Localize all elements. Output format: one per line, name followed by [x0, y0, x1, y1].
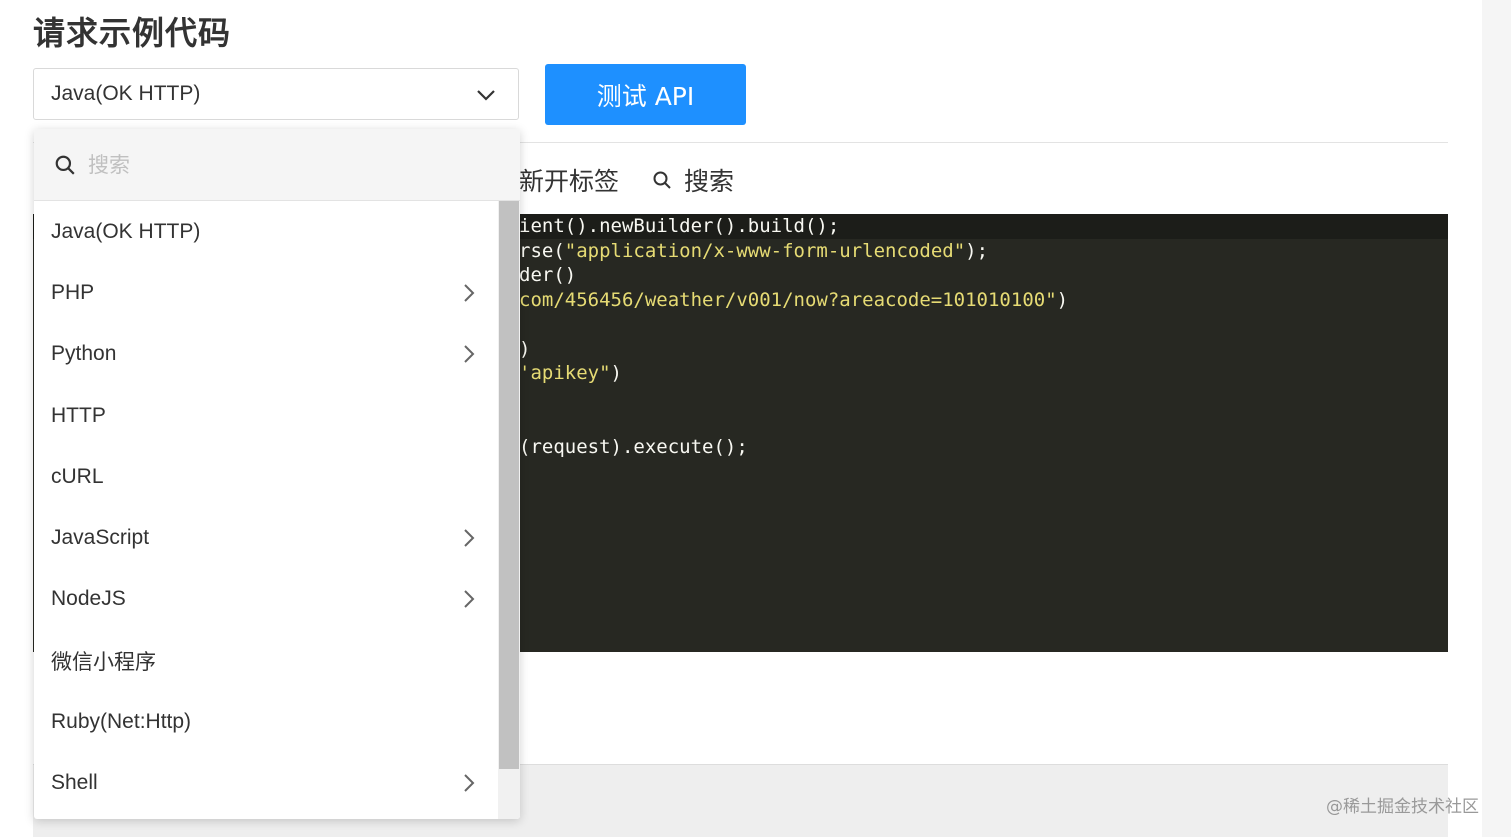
code-line: com/456456/weather/v001/now?areacode=101…	[519, 288, 1068, 313]
code-string: 'apikey"	[519, 362, 611, 384]
code-text: )	[1056, 288, 1069, 311]
dropdown-item-label: PHP	[51, 280, 95, 304]
dropdown-item-label: cURL	[51, 464, 104, 488]
dropdown-search	[34, 129, 520, 201]
dropdown-item-label: NodeJS	[51, 587, 126, 611]
language-select-value: Java(OK HTTP)	[51, 82, 201, 105]
code-text: der()	[519, 264, 577, 286]
dropdown-item[interactable]: Python	[34, 324, 498, 385]
dropdown-item-label: Python	[51, 342, 117, 366]
code-string: com/456456/weather/v001/now?areacode=101…	[519, 288, 1057, 311]
page-title: 请求示例代码	[33, 14, 232, 52]
code-text: );	[965, 239, 989, 262]
code-line: 'apikey")	[519, 361, 622, 386]
page-side-strip	[1482, 0, 1511, 837]
dropdown-item[interactable]: JavaScript	[34, 507, 498, 568]
code-text: )	[519, 337, 531, 360]
language-dropdown: Java(OK HTTP) PHP Python HTTP cURL JavaScript…	[34, 129, 520, 819]
code-line: rse("application/x-www-form-urlencoded")…	[519, 239, 988, 264]
code-text: (request).execute();	[519, 435, 748, 458]
new-tab-button[interactable]: 新开标签	[519, 162, 619, 198]
chevron-right-icon	[464, 774, 475, 793]
code-text: ient().newBuilder().build();	[519, 215, 840, 237]
dropdown-item[interactable]: HTTP	[34, 385, 498, 446]
code-string: "application/x-www-form-urlencoded"	[564, 239, 966, 262]
dropdown-item[interactable]: Ruby(Net:Http)	[34, 691, 498, 752]
dropdown-item-label: Shell	[51, 771, 98, 795]
dropdown-list: Java(OK HTTP) PHP Python HTTP cURL JavaScript…	[34, 201, 498, 814]
dropdown-item[interactable]: cURL	[34, 446, 498, 507]
chevron-right-icon	[464, 284, 475, 302]
dropdown-item-label: 微信小程序	[51, 649, 156, 674]
code-line: der()	[519, 263, 576, 288]
search-icon	[55, 155, 75, 175]
dropdown-item[interactable]: PHP	[34, 262, 498, 323]
watermark: @稀土掘金技术社区	[1326, 797, 1479, 817]
dropdown-item-label: Ruby(Net:Http)	[51, 710, 192, 734]
dropdown-item-label: Java(OK HTTP)	[51, 219, 201, 243]
code-line: (request).execute();	[519, 435, 748, 460]
dropdown-item[interactable]: 微信小程序	[34, 630, 498, 691]
dropdown-search-input[interactable]	[88, 152, 448, 177]
chevron-down-icon	[477, 90, 495, 101]
code-search-button[interactable]: 搜索	[652, 162, 734, 198]
new-tab-label: 新开标签	[519, 167, 620, 196]
code-line: )	[519, 337, 530, 362]
dropdown-item[interactable]: Shell	[34, 753, 498, 814]
dropdown-item[interactable]: Java(OK HTTP)	[34, 201, 498, 262]
code-line: ient().newBuilder().build();	[519, 214, 839, 239]
chevron-right-icon	[464, 529, 475, 547]
dropdown-item-label: JavaScript	[51, 526, 150, 550]
code-search-label: 搜索	[684, 167, 735, 196]
language-select[interactable]: Java(OK HTTP)	[33, 68, 519, 120]
chevron-right-icon	[464, 345, 475, 363]
dropdown-scrollbar-thumb[interactable]	[499, 201, 519, 769]
code-text: rse(	[519, 239, 565, 262]
dropdown-item-label: HTTP	[51, 403, 106, 427]
search-icon	[653, 171, 671, 189]
code-text: )	[610, 362, 622, 384]
test-api-button[interactable]: 测试 API	[545, 64, 746, 125]
dropdown-item[interactable]: NodeJS	[34, 569, 498, 630]
chevron-right-icon	[464, 590, 475, 609]
